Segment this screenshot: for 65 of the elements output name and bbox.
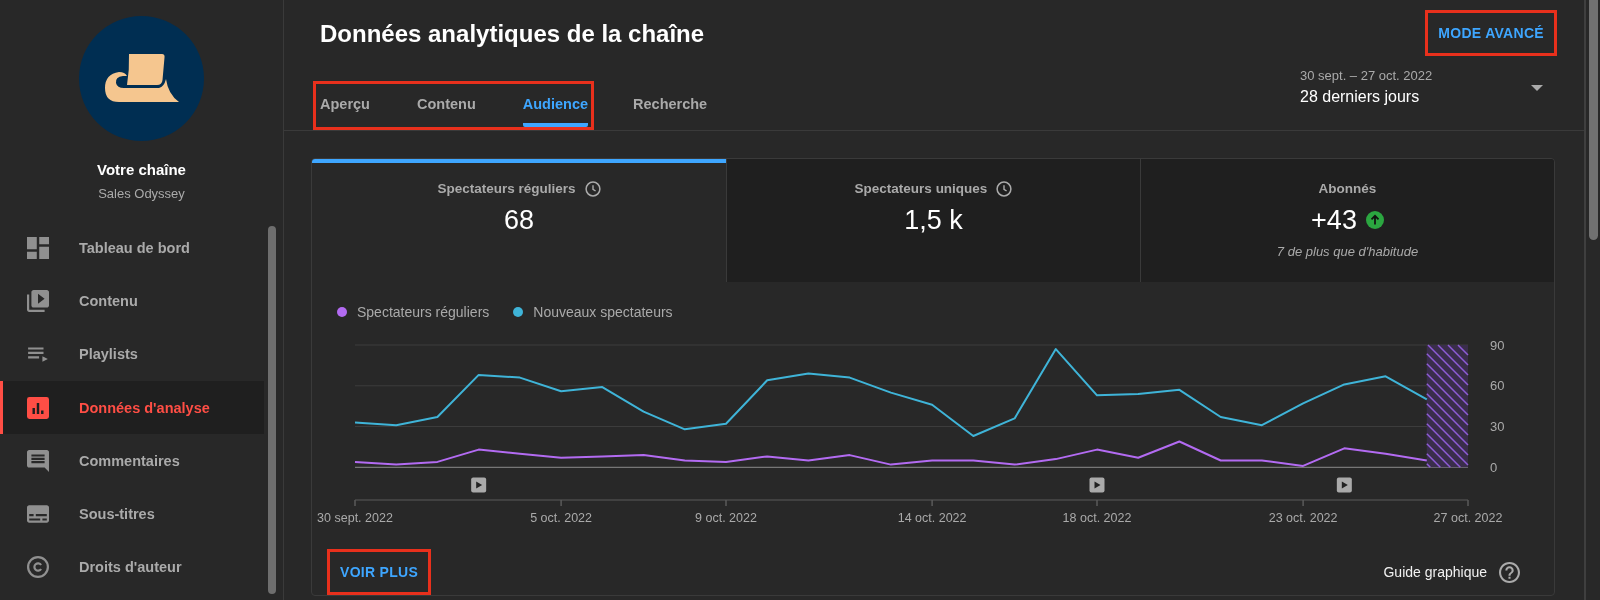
x-axis-tick xyxy=(725,499,727,507)
sidebar-item[interactable]: Tableau de bord xyxy=(0,221,264,275)
x-axis-label: 5 oct. 2022 xyxy=(530,511,593,525)
y-axis-label: 90 xyxy=(1490,337,1505,353)
channel-name: Sales Odyssey xyxy=(98,186,185,202)
tab[interactable]: Aperçu xyxy=(320,84,370,127)
x-axis-tick xyxy=(1467,499,1469,507)
sidebar-item[interactable]: Commentaires xyxy=(0,434,264,488)
bar-chart-icon xyxy=(27,396,49,419)
metric-value: 1,5 k xyxy=(904,204,963,236)
subtitles-icon xyxy=(27,503,49,526)
video-library-icon xyxy=(27,289,49,312)
scrollbar-thumb[interactable] xyxy=(1589,0,1598,240)
metric-value: +43 xyxy=(1311,204,1357,236)
help-icon[interactable] xyxy=(1499,561,1520,583)
scrollbar-thumb[interactable] xyxy=(268,226,276,594)
x-axis-tick xyxy=(931,499,933,507)
tab[interactable]: Recherche xyxy=(633,84,708,127)
tab[interactable]: Audience xyxy=(522,84,589,127)
x-axis-label: 9 oct. 2022 xyxy=(695,511,757,525)
legend-label: Nouveaux spectateurs xyxy=(533,303,673,321)
video-marker-icon[interactable] xyxy=(1089,477,1105,493)
date-range-dropdown[interactable]: 30 sept. – 27 oct. 2022 28 derniers jours xyxy=(1300,68,1543,107)
sidebar-item[interactable]: Droits d'auteur xyxy=(0,540,264,595)
y-axis-label: 30 xyxy=(1490,419,1505,435)
dashboard-icon xyxy=(27,236,49,259)
metric-note: 7 de plus que d'habitude xyxy=(1276,244,1419,260)
x-axis-label: 14 oct. 2022 xyxy=(897,511,967,525)
x-axis-tick xyxy=(560,499,562,507)
advanced-mode-button[interactable]: MODE AVANCÉ xyxy=(1425,10,1557,56)
see-more-button[interactable]: VOIR PLUS xyxy=(327,549,432,595)
x-axis-tick xyxy=(1302,499,1304,507)
clock-icon xyxy=(996,181,1013,197)
chart-guide-link[interactable]: Guide graphique xyxy=(1383,564,1487,580)
comment-icon xyxy=(27,449,49,472)
metric-label: Abonnés xyxy=(1318,180,1377,198)
metric-value: 68 xyxy=(503,204,534,236)
x-axis-label: 18 oct. 2022 xyxy=(1062,511,1132,525)
channel-title: Votre chaîne xyxy=(97,161,186,179)
x-axis-tick xyxy=(1096,499,1098,507)
x-axis-label: 27 oct. 2022 xyxy=(1433,511,1503,525)
y-axis-label: 60 xyxy=(1490,378,1505,394)
tab[interactable]: Contenu xyxy=(416,84,476,127)
x-axis-tick xyxy=(354,499,356,507)
video-marker-icon[interactable] xyxy=(471,477,487,493)
video-marker-icon[interactable] xyxy=(1336,477,1352,493)
sidebar-item[interactable]: Contenu xyxy=(0,274,264,328)
y-axis-label: 0 xyxy=(1490,459,1498,475)
x-axis-label: 23 oct. 2022 xyxy=(1268,511,1338,525)
clock-icon xyxy=(584,181,601,197)
sidebar-item[interactable]: Playlists xyxy=(0,327,264,381)
caret-icon xyxy=(1531,84,1543,91)
copyright-icon xyxy=(27,556,49,579)
x-axis-label: 30 sept. 2022 xyxy=(317,511,393,525)
period-label: 28 derniers jours xyxy=(1300,87,1420,107)
metric-label: Spectateurs uniques xyxy=(854,180,988,198)
sidebar-item[interactable]: Données d'analyse xyxy=(0,380,264,435)
metric-label: Spectateurs réguliers xyxy=(437,180,576,198)
metric-tab[interactable]: Spectateurs uniques 1,5 k xyxy=(726,159,1140,282)
page-title: Données analytiques de la chaîne xyxy=(320,20,705,48)
legend-label: Spectateurs réguliers xyxy=(357,303,490,321)
sidebar-item[interactable]: Sous-titres xyxy=(0,487,264,541)
channel-logo-icon[interactable] xyxy=(79,16,204,141)
date-range-text: 30 sept. – 27 oct. 2022 xyxy=(1300,68,1433,84)
metric-tab[interactable]: Abonnés +43 7 de plus que d'habitude xyxy=(1140,159,1554,282)
